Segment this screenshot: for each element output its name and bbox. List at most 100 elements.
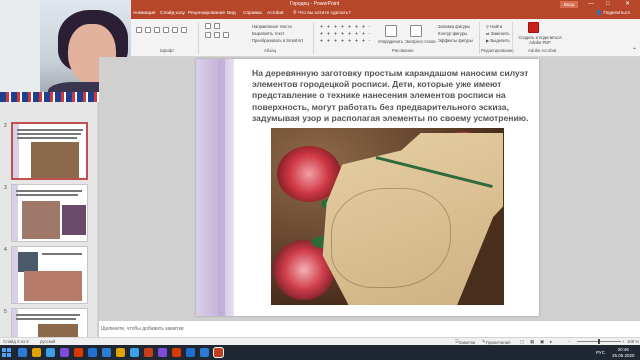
tab-view[interactable]: Вид [227,11,236,16]
font-color-icon[interactable] [181,27,187,33]
create-pdf-button[interactable]: Создать и поделиться Adobe PDF [516,35,564,45]
thumb-image [18,252,38,272]
slide-photo[interactable] [271,128,504,305]
font-size-icon[interactable] [172,27,178,33]
status-bar: Слайд 2 из 9 русский ☰ Заметки ✎ Примеча… [0,337,640,345]
maximize-button[interactable]: □ [606,0,610,9]
taskbar-app-icon[interactable] [88,348,97,357]
thumb-text-line [16,190,82,192]
italic-icon[interactable] [145,27,151,33]
taskbar-app-icon[interactable] [102,348,111,357]
bullets-icon[interactable] [205,23,211,29]
thumb-image [62,205,86,235]
slide-thumbnail-3[interactable] [11,184,88,242]
thumb-text-line [17,129,83,131]
thumb-image [24,271,82,301]
taskbar-app-icon[interactable] [172,348,181,357]
align-right-icon[interactable] [223,32,229,38]
find-button[interactable]: ⚲ Найти [486,24,502,29]
zoom-slider-knob[interactable] [598,339,600,344]
tell-me-search[interactable]: ⚲ Что вы хотите сделать? [293,11,351,16]
shape-fill-button[interactable]: Заливка фигуры [438,24,470,29]
separator [479,22,480,54]
zoom-level[interactable]: 108 % [627,339,639,344]
replace-label: Заменить [490,31,510,36]
zoom-out-button[interactable]: − [568,339,571,344]
arrange-icon[interactable] [385,25,397,37]
webcam-background [0,0,40,102]
replace-button[interactable]: ⇄ Заменить [486,31,510,36]
quick-styles-button[interactable]: Экспресс-стили [405,39,436,44]
share-button[interactable]: 👤 Поделиться [596,11,630,16]
align-center-icon[interactable] [214,32,220,38]
editing-group-label: Редактирование [481,48,514,53]
align-left-icon[interactable] [205,32,211,38]
slide-number: 3 [4,185,7,191]
taskbar-app-icon[interactable] [32,348,41,357]
tab-help[interactable]: Справка [243,11,262,16]
collapse-ribbon-icon[interactable]: ⌃ [632,47,637,54]
taskbar-app-icon[interactable] [60,348,69,357]
thumb-image [31,142,79,178]
zoom-slider[interactable] [577,339,621,344]
numbering-icon[interactable] [214,23,220,29]
language-indicator[interactable]: русский [40,339,55,344]
separator [512,22,513,54]
taskbar-app-icon[interactable] [18,348,27,357]
thumb-image [22,201,60,239]
smartart-button[interactable]: Преобразовать в SmartArt [252,38,303,43]
slide-number: 4 [4,247,7,253]
start-button[interactable] [2,348,11,357]
taskbar-app-icon[interactable] [74,348,83,357]
taskbar-app-icon[interactable] [130,348,139,357]
slide-thumbnail-5[interactable] [11,308,88,338]
taskbar-app-icon[interactable] [116,348,125,357]
current-slide[interactable]: На деревянную заготовку простым карандаш… [196,59,539,316]
tab-animations[interactable]: Анимация [133,11,156,16]
slide-decor-sidebar [196,59,234,316]
taskbar-app-icon[interactable] [186,348,195,357]
adobe-pdf-icon[interactable] [528,22,539,33]
select-button[interactable]: ▶ Выделить [486,38,510,43]
slide-thumbnail-2[interactable] [11,122,88,180]
separator [198,22,199,54]
separator [313,22,314,54]
taskbar-app-icon[interactable] [200,348,209,357]
share-label: Поделиться [603,11,630,16]
taskbar-app-icon[interactable] [158,348,167,357]
minimize-button[interactable]: — [588,0,594,9]
text-direction-button[interactable]: Направление текста [252,24,292,29]
slide-body-text[interactable]: На деревянную заготовку простым карандаш… [252,68,534,124]
tell-me-label: Что вы хотите сделать? [297,11,351,16]
font-group-label: Шрифт [160,48,175,53]
slide-decor-stripe [218,59,225,316]
taskbar-app-icon[interactable] [46,348,55,357]
align-text-button[interactable]: Выровнять текст [252,31,285,36]
close-button[interactable]: ✕ [625,0,630,9]
strikethrough-icon[interactable] [163,27,169,33]
shape-outline-button[interactable]: Контур фигуры [438,31,467,36]
bold-icon[interactable] [136,27,142,33]
tab-acrobat[interactable]: Acrobat [267,11,284,16]
signin-button[interactable]: Вход [560,1,578,8]
thumb-text-line [17,133,81,135]
shape-effects-button[interactable]: Эффекты фигуры [438,38,473,43]
system-clock[interactable]: 20:46 25.05.2020 [612,347,635,358]
slide-number: 5 [4,309,7,315]
tab-slideshow[interactable]: Слайд-шоу [160,11,185,16]
taskbar-powerpoint-icon[interactable] [213,347,224,358]
shapes-gallery[interactable] [318,23,370,45]
quick-styles-icon[interactable] [410,25,422,37]
zoom-in-button[interactable]: + [622,339,625,344]
keyboard-language[interactable]: РУС [596,350,605,355]
slide-thumbnail-4[interactable] [11,246,88,304]
arrange-button[interactable]: Упорядочить [378,39,403,44]
find-label: Найти [490,24,503,29]
taskbar-app-icon[interactable] [144,348,153,357]
thumb-text-line [16,194,78,196]
underline-icon[interactable] [154,27,160,33]
pencil-sketch [331,188,451,288]
notes-placeholder: Щелкните, чтобы добавить заметки [101,326,184,332]
thumb-image [38,324,78,337]
tab-review[interactable]: Рецензирование [188,11,225,16]
